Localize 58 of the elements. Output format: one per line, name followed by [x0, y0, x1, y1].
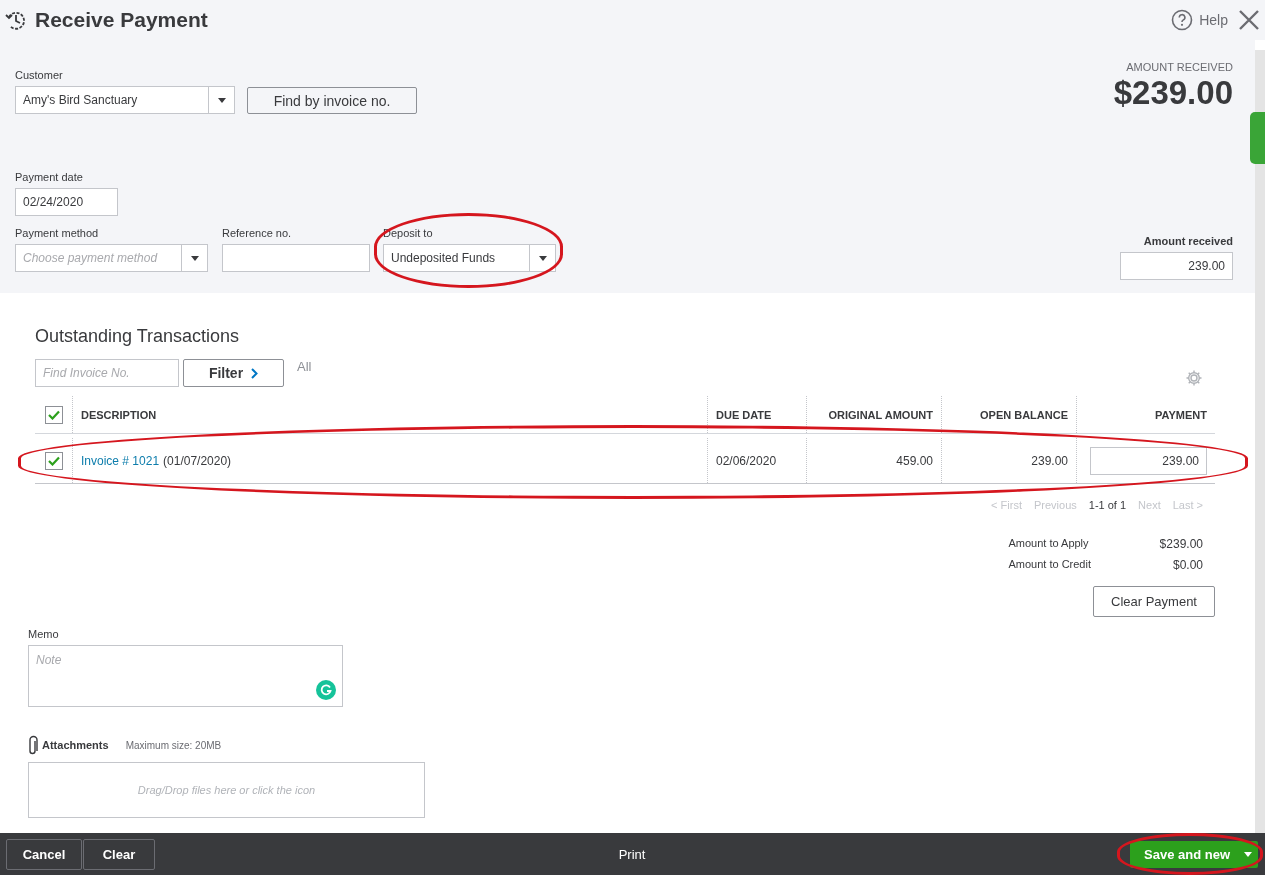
- invoice-link[interactable]: Invoice # 1021: [81, 453, 160, 468]
- page-range: 1-1 of 1: [1088, 499, 1127, 511]
- table-cell: 239.00: [1031, 453, 1068, 468]
- total-value: $239.00: [1158, 537, 1203, 551]
- table-cell: 02/06/2020: [716, 453, 777, 468]
- field-label: Reference no.: [222, 227, 293, 239]
- invoice-date: (01/07/2020): [163, 453, 232, 468]
- footer-button[interactable]: Cancel: [6, 838, 82, 870]
- caret-icon: [190, 255, 199, 261]
- field-label: Amount received: [1143, 235, 1233, 247]
- footer-button[interactable]: Clear: [83, 838, 155, 870]
- drop-hint: Drag/Drop files here or click the icon: [137, 784, 316, 796]
- find-by-invoice-button[interactable]: Find by invoice no.: [247, 87, 417, 114]
- total-label: Amount to Apply: [1008, 537, 1090, 551]
- attachments-label: Attachments: [42, 739, 109, 751]
- field-label: Memo: [28, 628, 60, 640]
- amount-received-field[interactable]: 239.00: [1120, 252, 1233, 280]
- deposit-to-dropdown[interactable]: Undeposited Funds: [383, 244, 556, 272]
- total-value: $0.00: [1171, 558, 1203, 572]
- field-label: Payment date: [15, 171, 84, 183]
- amount-received-label: AMOUNT RECEIVED: [1126, 61, 1233, 73]
- help-link[interactable]: Help: [1171, 9, 1228, 31]
- print-link[interactable]: Print: [618, 846, 646, 862]
- history-icon: [5, 9, 27, 31]
- help-icon: [1171, 9, 1194, 31]
- table-cell: 459.00: [896, 453, 933, 468]
- close-icon[interactable]: [1238, 9, 1260, 31]
- page-title: Receive Payment: [35, 8, 208, 32]
- caret-icon: [1244, 851, 1252, 857]
- column-header: PAYMENT: [1155, 408, 1207, 421]
- amount-received-total: $239.00: [1113, 74, 1233, 112]
- field-label: Payment method: [15, 227, 100, 239]
- max-size-note: Maximum size: 20MB: [125, 739, 222, 751]
- column-header: OPEN BALANCE: [980, 408, 1068, 421]
- paperclip-icon: [28, 735, 40, 755]
- filter-value: All: [297, 359, 312, 374]
- total-label: Amount to Credit: [1008, 558, 1091, 572]
- column-header: DESCRIPTION: [81, 408, 157, 421]
- payment-field[interactable]: 239.00: [1090, 446, 1207, 475]
- checkbox[interactable]: [44, 451, 63, 470]
- checkbox[interactable]: [44, 405, 63, 424]
- refresh-badge-icon: [316, 680, 336, 700]
- customer-dropdown[interactable]: Amy's Bird Sanctuary: [15, 86, 235, 114]
- date-field[interactable]: 02/24/2020: [15, 188, 118, 216]
- caret-icon: [217, 97, 226, 103]
- settings-icon[interactable]: [1185, 369, 1203, 387]
- field-label: Customer: [15, 69, 64, 81]
- filter-button[interactable]: Filter: [183, 359, 284, 387]
- clear-payment-button[interactable]: Clear Payment: [1093, 586, 1215, 617]
- scrollbar[interactable]: [1255, 50, 1265, 833]
- memo-field[interactable]: Note: [28, 645, 343, 707]
- reference-field[interactable]: [222, 244, 370, 272]
- caret-icon: [538, 255, 547, 261]
- column-header: ORIGINAL AMOUNT: [828, 408, 933, 421]
- chevron-right-icon: [251, 367, 259, 379]
- section-title: Outstanding Transactions: [35, 326, 241, 347]
- column-header: DUE DATE: [716, 408, 772, 421]
- invoice-search-field[interactable]: Find Invoice No.: [35, 359, 179, 387]
